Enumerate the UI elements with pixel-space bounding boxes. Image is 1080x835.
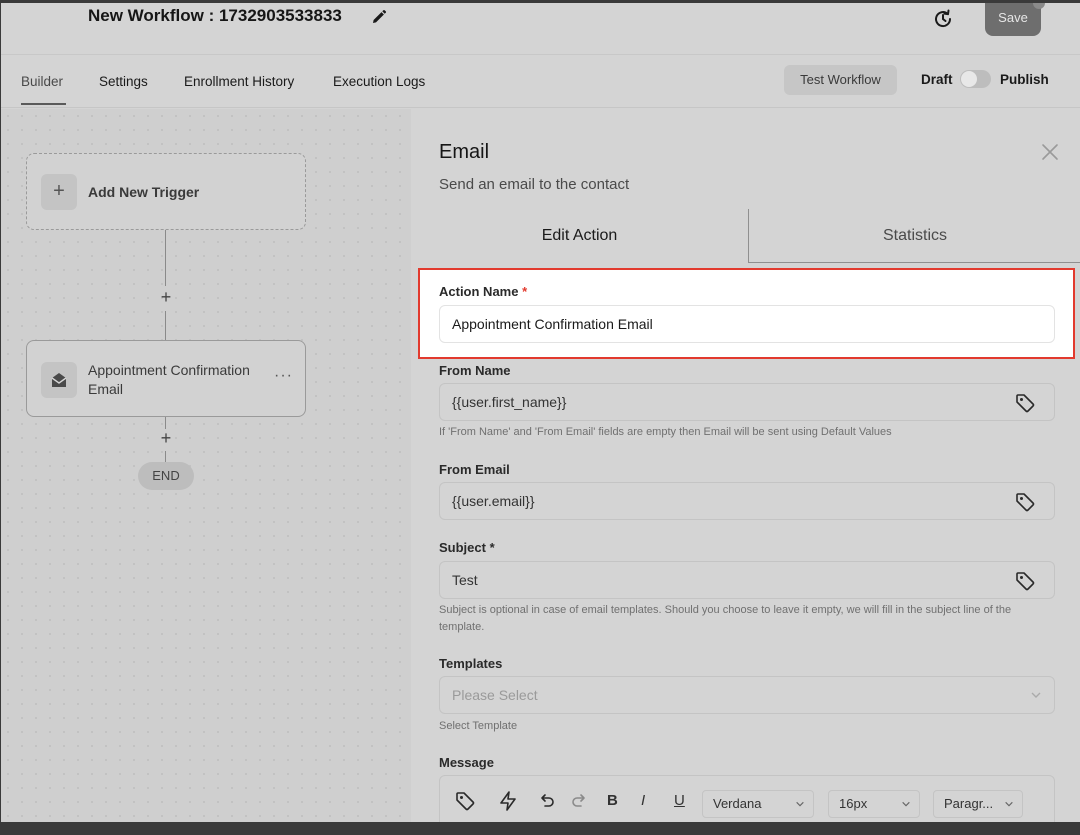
email-step-card[interactable]: Appointment Confirmation Email ··· [26, 340, 306, 417]
history-icon[interactable] [931, 7, 955, 31]
lightning-icon[interactable] [497, 790, 519, 812]
connector-line [165, 451, 166, 462]
subject-label: Subject * [439, 540, 495, 555]
required-star: * [522, 284, 528, 299]
chevron-down-icon [1005, 801, 1013, 807]
top-bar: New Workflow : 1732903533833 Save [1, 3, 1080, 55]
tag-icon[interactable] [1014, 570, 1036, 592]
toggle-knob [961, 71, 977, 87]
app-frame: New Workflow : 1732903533833 Save Builde… [0, 0, 1080, 822]
underline-button[interactable]: U [674, 792, 685, 809]
message-editor-toolbar: B I U Verdana 16px Paragr... [439, 775, 1055, 822]
publish-toggle[interactable] [960, 70, 991, 88]
block-format-value: Paragr... [944, 796, 994, 811]
add-step-button[interactable]: + [157, 287, 175, 308]
from-name-label: From Name [439, 363, 511, 378]
tab-execution-logs[interactable]: Execution Logs [333, 74, 425, 89]
font-family-select[interactable]: Verdana [702, 790, 814, 818]
from-hint: If 'From Name' and 'From Email' fields a… [439, 426, 892, 438]
workflow-title: New Workflow : 1732903533833 [88, 6, 342, 25]
panel-subtitle: Send an email to the contact [439, 176, 630, 193]
email-step-label: Appointment Confirmation Email [88, 362, 250, 397]
panel-title: Email [439, 141, 490, 163]
plus-icon: + [41, 174, 77, 210]
subject-input[interactable]: Test [439, 561, 1055, 599]
tab-settings[interactable]: Settings [99, 74, 148, 89]
mail-open-icon [51, 373, 67, 387]
templates-label: Templates [439, 656, 503, 671]
tab-statistics[interactable]: Statistics [748, 209, 1080, 263]
tag-icon[interactable] [1014, 392, 1036, 414]
subject-hint: Subject is optional in case of email tem… [439, 604, 1012, 633]
add-trigger-label: Add New Trigger [88, 184, 200, 200]
templates-placeholder: Please Select [452, 687, 538, 703]
font-size-select[interactable]: 16px [828, 790, 920, 818]
chevron-down-icon [796, 801, 804, 807]
pencil-icon[interactable] [371, 9, 387, 25]
action-name-input[interactable]: Appointment Confirmation Email [439, 305, 1055, 343]
tab-edit-action[interactable]: Edit Action [411, 209, 748, 263]
chevron-down-icon [902, 801, 910, 807]
italic-button[interactable]: I [641, 792, 645, 809]
tab-builder[interactable]: Builder [21, 74, 63, 89]
active-tab-indicator [21, 103, 66, 105]
undo-icon[interactable] [536, 790, 558, 812]
tab-enrollment-history[interactable]: Enrollment History [184, 74, 294, 89]
message-label: Message [439, 755, 494, 770]
add-trigger-card[interactable]: + Add New Trigger [26, 153, 306, 230]
action-panel: Email Send an email to the contact Edit … [411, 109, 1080, 822]
draft-label: Draft [921, 72, 953, 87]
chevron-down-icon [1031, 692, 1041, 698]
from-email-value: {{user.email}} [452, 493, 535, 509]
font-family-value: Verdana [713, 796, 762, 811]
templates-hint: Select Template [439, 720, 518, 732]
templates-select[interactable]: Please Select [439, 676, 1055, 714]
close-icon[interactable] [1041, 143, 1059, 161]
email-step-icon-box [41, 362, 77, 398]
save-status-dot [1033, 3, 1045, 9]
workflow-canvas[interactable]: + Add New Trigger + Appointment Confirma… [1, 109, 411, 822]
action-name-label: Action Name * [439, 284, 527, 299]
add-step-button[interactable]: + [157, 428, 175, 449]
from-email-input[interactable]: {{user.email}} [439, 482, 1055, 520]
from-name-input[interactable]: {{user.first_name}} [439, 383, 1055, 421]
tag-icon[interactable] [1014, 491, 1036, 513]
end-node: END [138, 462, 194, 490]
action-name-label-text: Action Name [439, 284, 519, 299]
redo-icon[interactable] [568, 790, 590, 812]
connector-line [165, 230, 166, 286]
bold-button[interactable]: B [607, 792, 618, 809]
font-size-value: 16px [839, 796, 868, 811]
test-workflow-button[interactable]: Test Workflow [784, 65, 897, 95]
more-options-icon[interactable]: ··· [274, 367, 293, 385]
from-email-label: From Email [439, 462, 510, 477]
subject-value: Test [452, 572, 478, 588]
workflow-tabs: Builder Settings Enrollment History Exec… [1, 55, 1080, 108]
tag-icon[interactable] [454, 790, 476, 812]
publish-label: Publish [1000, 72, 1049, 87]
block-format-select[interactable]: Paragr... [933, 790, 1023, 818]
from-name-value: {{user.first_name}} [452, 394, 567, 410]
connector-line [165, 311, 166, 340]
